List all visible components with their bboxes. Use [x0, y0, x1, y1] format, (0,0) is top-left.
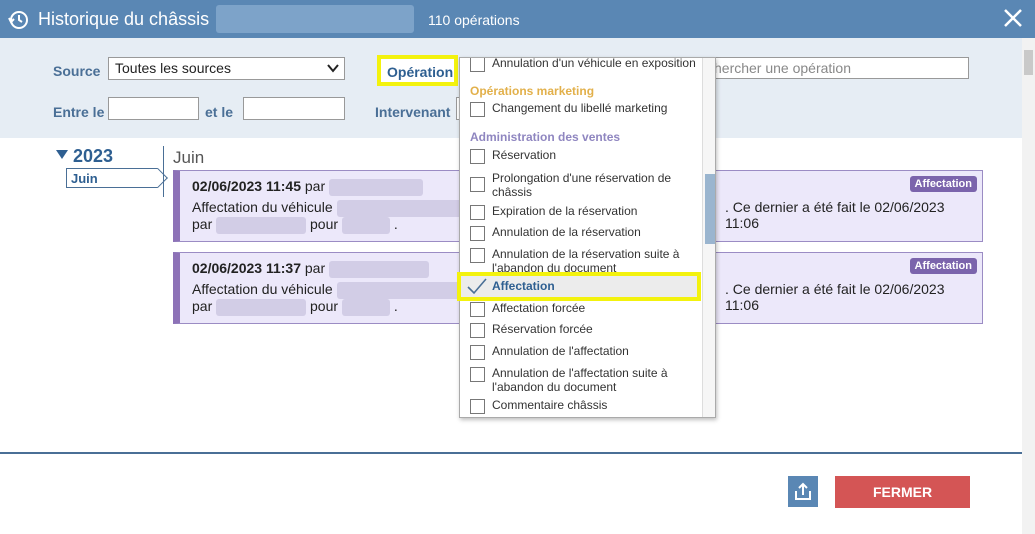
title-bar: Historique du châssis 110 opérations [0, 0, 1035, 38]
card-tail-text: . Ce dernier a été fait le 02/06/2023 11… [725, 281, 945, 313]
card-period: . [393, 216, 398, 232]
operation-search-placeholder: chercher une opération [707, 60, 851, 76]
date-to-label: et le [205, 104, 234, 120]
dropdown-scrollbar[interactable] [702, 58, 715, 417]
dialog-title: Historique du châssis [38, 9, 210, 29]
card-text-prefix: Affectation du véhicule [192, 281, 333, 297]
chassis-number-redacted [216, 5, 414, 33]
card-pour: pour [310, 216, 339, 232]
month-title: Juin [173, 148, 205, 167]
redacted-person [216, 298, 307, 316]
date-from-input[interactable] [108, 97, 199, 120]
footer-separator [0, 452, 1035, 454]
group-administration-ventes: Administration des ventes [470, 130, 621, 144]
card-detail: par pour . [192, 216, 398, 234]
card-description: Affectation du véhicule [192, 281, 462, 299]
redacted-person [216, 216, 307, 234]
card-header: 02/06/2023 11:45 par [192, 178, 424, 196]
redacted-target [341, 216, 390, 234]
card-par: par [304, 178, 326, 194]
month-tab-juin[interactable]: Juin [66, 168, 158, 188]
chevron-down-icon [327, 64, 339, 73]
status-badge: Affectation [909, 176, 977, 192]
source-select[interactable]: Toutes les sources [108, 57, 345, 80]
redacted-user [329, 260, 430, 278]
highlight-affectation [457, 272, 701, 301]
card-par-2: par [192, 298, 213, 314]
year-header: 2023 [56, 146, 113, 166]
card-text-prefix: Affectation du véhicule [192, 199, 333, 215]
card-description: Affectation du véhicule [192, 199, 462, 217]
card-datetime: 02/06/2023 11:45 [192, 178, 301, 194]
status-badge: Affectation [909, 258, 977, 274]
year-toggle[interactable]: 2023 [56, 146, 113, 167]
timeline-divider [163, 146, 164, 197]
close-button[interactable]: FERMER [835, 476, 970, 508]
card-header: 02/06/2023 11:37 par [192, 260, 430, 278]
source-select-value: Toutes les sources [115, 60, 231, 76]
checkbox[interactable] [470, 149, 485, 164]
card-datetime: 02/06/2023 11:37 [192, 260, 301, 276]
source-label: Source [53, 63, 101, 79]
redacted-user [329, 178, 424, 196]
export-icon [795, 482, 811, 500]
page-scroll-thumb[interactable] [1024, 50, 1033, 75]
checkbox[interactable] [470, 102, 485, 117]
redacted-target [341, 298, 390, 316]
history-icon [8, 11, 28, 29]
date-from-label: Entre le [53, 104, 105, 120]
redacted-vehicle [336, 199, 462, 217]
card-period: . [393, 298, 398, 314]
close-icon[interactable] [1002, 7, 1024, 29]
operation-dropdown-list[interactable]: Annulation d'un véhicule en exposition O… [459, 57, 716, 418]
operation-search-input[interactable]: chercher une opération [700, 57, 969, 79]
export-button[interactable] [788, 476, 818, 507]
year-label: 2023 [73, 146, 114, 166]
intervenant-label: Intervenant [375, 104, 451, 120]
checkbox[interactable] [470, 367, 485, 382]
page-scrollbar[interactable] [1022, 38, 1035, 534]
dropdown-scroll-thumb[interactable] [705, 174, 715, 244]
operation-filter-button[interactable]: Opération [377, 55, 458, 86]
card-par-2: par [192, 216, 213, 232]
checkbox[interactable] [470, 248, 485, 263]
checkbox[interactable] [470, 399, 485, 414]
card-tail-text: . Ce dernier a été fait le 02/06/2023 11… [725, 199, 945, 231]
date-to-input[interactable] [243, 97, 345, 120]
card-detail: par pour . [192, 298, 398, 316]
checkbox[interactable] [470, 205, 485, 220]
card-par: par [304, 260, 326, 276]
redacted-vehicle [336, 281, 462, 299]
triangle-down-icon [56, 150, 68, 159]
checkbox[interactable] [470, 302, 485, 317]
operation-label: Opération [387, 64, 454, 80]
checkbox[interactable] [470, 58, 485, 72]
checkbox[interactable] [470, 323, 485, 338]
checkbox[interactable] [470, 226, 485, 241]
group-operations-marketing: Opérations marketing [470, 84, 595, 98]
checkbox[interactable] [470, 345, 485, 360]
card-pour: pour [310, 298, 339, 314]
checkbox[interactable] [470, 177, 485, 192]
operations-count: 110 opérations [428, 12, 520, 28]
